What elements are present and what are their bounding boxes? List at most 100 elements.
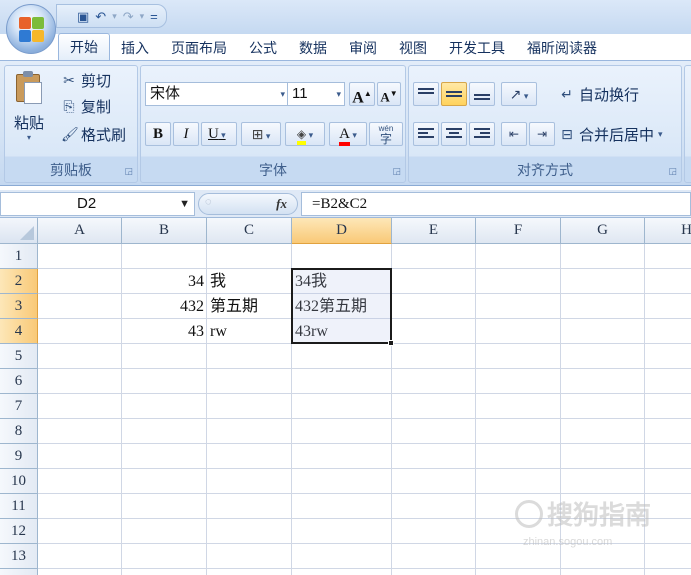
worksheet-grid: ABCDEFGH 1234567891011121314 34我34我432第五…	[0, 218, 691, 575]
row-header-8[interactable]: 8	[0, 419, 38, 444]
tab-data[interactable]: 数据	[288, 36, 338, 60]
align-middle-icon	[446, 88, 462, 100]
align-bottom-button[interactable]	[469, 82, 495, 106]
copy-label: 复制	[81, 99, 112, 116]
cell-b3[interactable]: 432	[122, 294, 207, 319]
tab-home[interactable]: 开始	[58, 33, 110, 60]
column-header-e[interactable]: E	[392, 218, 476, 244]
clipboard-dialog-launcher-icon[interactable]: ◲	[124, 166, 133, 177]
font-size-select[interactable]: 11 ▾	[287, 82, 345, 106]
ribbon-tabs: 开始 插入 页面布局 公式 数据 审阅 视图 开发工具 福昕阅读器	[58, 33, 608, 60]
alignment-dialog-launcher-icon[interactable]: ◲	[668, 166, 677, 177]
row-header-2[interactable]: 2	[0, 269, 38, 294]
copy-button[interactable]: ⎘ 复制	[61, 96, 111, 117]
copy-icon: ⎘	[63, 98, 75, 114]
borders-button[interactable]: ⊞ ▾	[241, 122, 281, 146]
row-header-6[interactable]: 6	[0, 369, 38, 394]
align-left-button[interactable]	[413, 122, 439, 146]
decrease-indent-icon: ⇤	[508, 127, 520, 141]
column-header-h[interactable]: H	[645, 218, 691, 244]
tab-page-layout[interactable]: 页面布局	[160, 36, 238, 60]
column-header-g[interactable]: G	[561, 218, 645, 244]
align-top-icon	[418, 88, 434, 100]
insert-function-button[interactable]: fx	[276, 196, 287, 212]
formula-input[interactable]: =B2&C2	[301, 192, 691, 216]
font-size-value: 11	[292, 85, 308, 102]
cut-button[interactable]: ✂ 剪切	[61, 70, 111, 91]
paste-button[interactable]: 粘贴 ▾	[9, 68, 49, 142]
phonetic-guide-button[interactable]: wén 字	[369, 122, 403, 146]
grow-font-button[interactable]: A▲	[349, 82, 375, 106]
grid-row-line	[38, 568, 691, 569]
redo-dropdown-icon[interactable]: ▾	[140, 11, 145, 21]
paste-dropdown-icon[interactable]: ▾	[9, 133, 49, 142]
clipboard-group-label: 剪贴板	[50, 162, 92, 178]
font-name-select[interactable]: 宋体 ▾	[145, 82, 289, 106]
font-name-value: 宋体	[150, 85, 181, 102]
column-header-a[interactable]: A	[38, 218, 122, 244]
align-middle-button[interactable]	[441, 82, 467, 106]
chevron-down-icon: ▾	[280, 89, 285, 99]
select-all-button[interactable]	[0, 218, 38, 244]
row-header-7[interactable]: 7	[0, 394, 38, 419]
row-header-9[interactable]: 9	[0, 444, 38, 469]
format-painter-button[interactable]: 🖌 格式刷	[61, 124, 126, 145]
tab-view[interactable]: 视图	[388, 36, 438, 60]
fill-color-button[interactable]: ◈ ▾	[285, 122, 325, 146]
decrease-indent-button[interactable]: ⇤	[501, 122, 527, 146]
chevron-down-icon: ▼	[179, 198, 190, 210]
row-header-10[interactable]: 10	[0, 469, 38, 494]
row-header-13[interactable]: 13	[0, 544, 38, 569]
wrap-text-icon: ↵	[561, 86, 573, 102]
grid-row-line	[38, 543, 691, 544]
expand-icon[interactable]: ◌	[205, 196, 212, 208]
cell-b4[interactable]: 43	[122, 319, 207, 344]
column-header-d[interactable]: D	[292, 218, 392, 244]
cell-c2[interactable]: 我	[207, 269, 292, 294]
alignment-group: ↗ ▾ ↵ 自动换行 ⇤ ⇥ ⊟ 合并后居中 ▾ 对齐方式 ◲	[408, 65, 682, 183]
increase-indent-button[interactable]: ⇥	[529, 122, 555, 146]
bold-button[interactable]: B	[145, 122, 171, 146]
row-header-3[interactable]: 3	[0, 294, 38, 319]
align-right-button[interactable]	[469, 122, 495, 146]
selection-range	[291, 268, 392, 344]
column-header-c[interactable]: C	[207, 218, 292, 244]
cell-c4[interactable]: rw	[207, 319, 292, 344]
column-header-f[interactable]: F	[476, 218, 561, 244]
column-header-b[interactable]: B	[122, 218, 207, 244]
align-top-button[interactable]	[413, 82, 439, 106]
customize-quick-access-icon[interactable]: =	[150, 10, 158, 23]
tab-developer[interactable]: 开发工具	[438, 36, 516, 60]
align-right-icon	[474, 128, 490, 140]
underline-button[interactable]: U ▾	[201, 122, 237, 146]
phonetic-char: 字	[379, 132, 392, 146]
cell-c3[interactable]: 第五期	[207, 294, 292, 319]
row-header-4[interactable]: 4	[0, 319, 38, 344]
office-button[interactable]	[6, 4, 56, 54]
fill-handle[interactable]	[388, 340, 394, 346]
shrink-font-button[interactable]: A▼	[377, 82, 401, 106]
tab-foxit-reader[interactable]: 福昕阅读器	[516, 36, 608, 60]
tab-insert[interactable]: 插入	[110, 36, 160, 60]
tab-review[interactable]: 审阅	[338, 36, 388, 60]
row-header-5[interactable]: 5	[0, 344, 38, 369]
font-dialog-launcher-icon[interactable]: ◲	[392, 166, 401, 177]
merge-center-button[interactable]: ⊟ 合并后居中 ▾	[559, 124, 662, 145]
redo-icon[interactable]: ↷	[123, 10, 134, 23]
tab-formulas[interactable]: 公式	[238, 36, 288, 60]
name-box[interactable]: D2 ▼	[0, 192, 195, 216]
cell-b2[interactable]: 34	[122, 269, 207, 294]
align-center-button[interactable]	[441, 122, 467, 146]
italic-button[interactable]: I	[173, 122, 199, 146]
grid-row-line	[38, 393, 691, 394]
row-header-1[interactable]: 1	[0, 244, 38, 269]
row-header-11[interactable]: 11	[0, 494, 38, 519]
row-header-12[interactable]: 12	[0, 519, 38, 544]
wrap-text-button[interactable]: ↵ 自动换行	[559, 84, 639, 105]
undo-icon[interactable]: ↶	[95, 10, 106, 23]
font-color-button[interactable]: A ▾	[329, 122, 367, 146]
row-header-14[interactable]: 14	[0, 569, 38, 575]
undo-dropdown-icon[interactable]: ▾	[112, 11, 117, 21]
orientation-button[interactable]: ↗ ▾	[501, 82, 537, 106]
save-icon[interactable]: ▣	[77, 10, 89, 23]
